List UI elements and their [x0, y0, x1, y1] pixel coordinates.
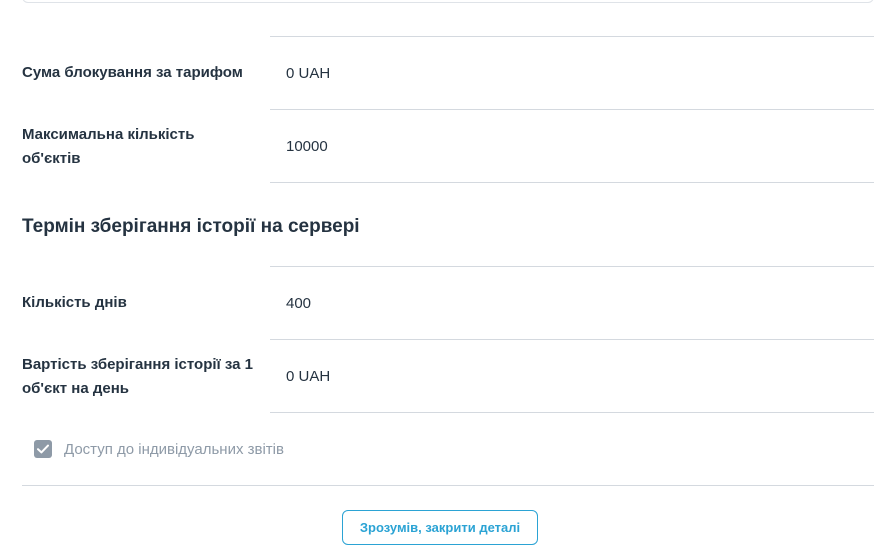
max-objects-value: 10000	[270, 110, 874, 183]
close-details-button[interactable]: Зрозумів, закрити деталі	[342, 510, 538, 545]
check-icon	[37, 444, 49, 454]
max-objects-row: Максимальна кількість об'єктів 10000	[22, 110, 874, 183]
previous-section-card	[22, 0, 874, 3]
storage-days-label: Кількість днів	[22, 294, 127, 311]
storage-days-value: 400	[270, 266, 874, 340]
blocking-amount-row: Сума блокування за тарифом 0 UAH	[22, 36, 874, 110]
storage-days-row: Кількість днів 400	[22, 266, 874, 340]
reports-access-checkbox[interactable]	[34, 440, 52, 458]
tariff-details-panel: Сума блокування за тарифом 0 UAH Максима…	[0, 0, 887, 558]
max-objects-label: Максимальна кількість об'єктів	[22, 125, 195, 167]
storage-cost-row: Вартість зберігання історії за 1 об'єкт …	[22, 340, 874, 413]
blocking-amount-value: 0 UAH	[270, 36, 874, 110]
reports-access-label: Доступ до індивідуальних звітів	[64, 440, 284, 458]
history-storage-title: Термін зберігання історії на сервері	[22, 216, 360, 237]
blocking-amount-label: Сума блокування за тарифом	[22, 64, 243, 81]
storage-cost-label: Вартість зберігання історії за 1 об'єкт …	[22, 355, 254, 397]
storage-cost-value: 0 UAH	[270, 340, 874, 413]
reports-access-row: Доступ до індивідуальних звітів	[22, 413, 874, 486]
